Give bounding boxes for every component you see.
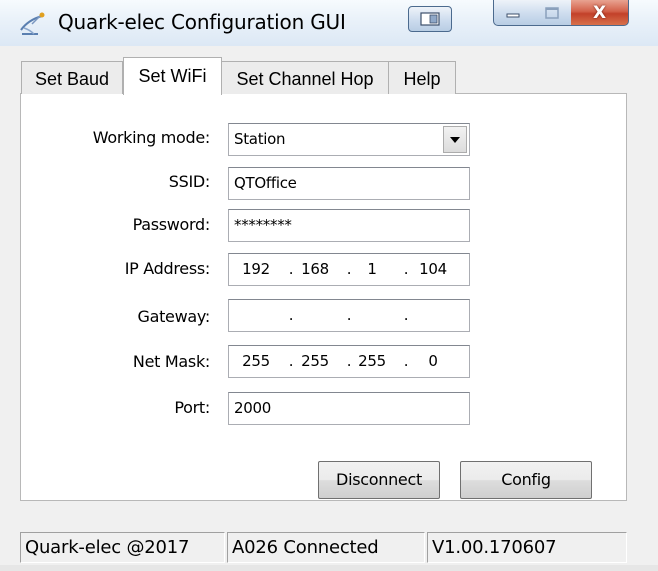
port-input[interactable]: 2000	[228, 392, 470, 425]
status-version: V1.00.170607	[427, 532, 627, 563]
ip-address-label: IP Address:	[124, 259, 211, 278]
ip-separator: .	[403, 352, 409, 370]
ip-octet[interactable]: 1	[353, 254, 391, 285]
tab-set-baud[interactable]: Set Baud	[21, 61, 123, 94]
ip-address-input[interactable]: 192 . 168 . 1 . 104	[228, 253, 470, 286]
net-mask-input[interactable]: 255 . 255 . 255 . 0	[228, 345, 470, 378]
ip-separator: .	[288, 260, 294, 278]
password-value: ********	[234, 216, 292, 234]
ssid-value: QTOffice	[234, 174, 297, 192]
ip-separator: .	[403, 306, 409, 324]
app-window: Quark-elec Configuration GUI X Set Baud …	[0, 0, 658, 571]
maximize-icon	[544, 6, 559, 19]
ip-separator: .	[346, 306, 352, 324]
ip-octet[interactable]: 255	[353, 346, 391, 377]
tab-set-wifi[interactable]: Set WiFi	[123, 57, 222, 95]
password-input[interactable]: ********	[228, 209, 470, 242]
minimize-button[interactable]	[493, 0, 533, 26]
gateway-label: Gateway:	[137, 307, 210, 326]
port-label: Port:	[174, 398, 210, 417]
window-layout-icon	[420, 12, 440, 26]
port-value: 2000	[234, 399, 271, 417]
status-company: Quark-elec @2017	[20, 532, 225, 563]
close-icon: X	[592, 2, 607, 23]
close-button[interactable]: X	[571, 0, 629, 26]
ip-separator: .	[403, 260, 409, 278]
minimize-icon	[506, 13, 520, 17]
window-bottom-edge	[0, 565, 658, 571]
ip-octet[interactable]: 104	[414, 254, 452, 285]
disconnect-button[interactable]: Disconnect	[318, 461, 440, 499]
ssid-input[interactable]: QTOffice	[228, 167, 470, 200]
title-bar[interactable]: Quark-elec Configuration GUI X	[0, 0, 658, 46]
password-label: Password:	[132, 215, 211, 234]
working-mode-label: Working mode:	[92, 128, 211, 147]
ip-separator: .	[288, 352, 294, 370]
ip-separator: .	[288, 306, 294, 324]
maximize-button[interactable]	[532, 0, 572, 26]
working-mode-select[interactable]: Station	[228, 123, 470, 156]
status-connection: A026 Connected	[227, 532, 425, 563]
gateway-input[interactable]: . . .	[228, 299, 470, 332]
ip-octet[interactable]: 192	[237, 254, 275, 285]
ip-octet[interactable]: 255	[237, 346, 275, 377]
ip-octet[interactable]: 0	[414, 346, 452, 377]
ip-octet[interactable]: 168	[296, 254, 334, 285]
dropdown-arrow-icon	[450, 136, 460, 143]
config-button[interactable]: Config	[460, 461, 592, 499]
window-title: Quark-elec Configuration GUI	[58, 10, 346, 34]
satellite-dish-icon	[20, 12, 45, 35]
tab-set-channel-hop[interactable]: Set Channel Hop	[221, 61, 389, 94]
ip-octet[interactable]: 255	[296, 346, 334, 377]
working-mode-value: Station	[234, 130, 286, 148]
ssid-label: SSID:	[168, 172, 211, 191]
tab-help[interactable]: Help	[388, 61, 456, 94]
window-layout-button[interactable]	[408, 6, 452, 32]
net-mask-label: Net Mask:	[132, 352, 210, 371]
dropdown-arrow-button[interactable]	[443, 126, 467, 153]
